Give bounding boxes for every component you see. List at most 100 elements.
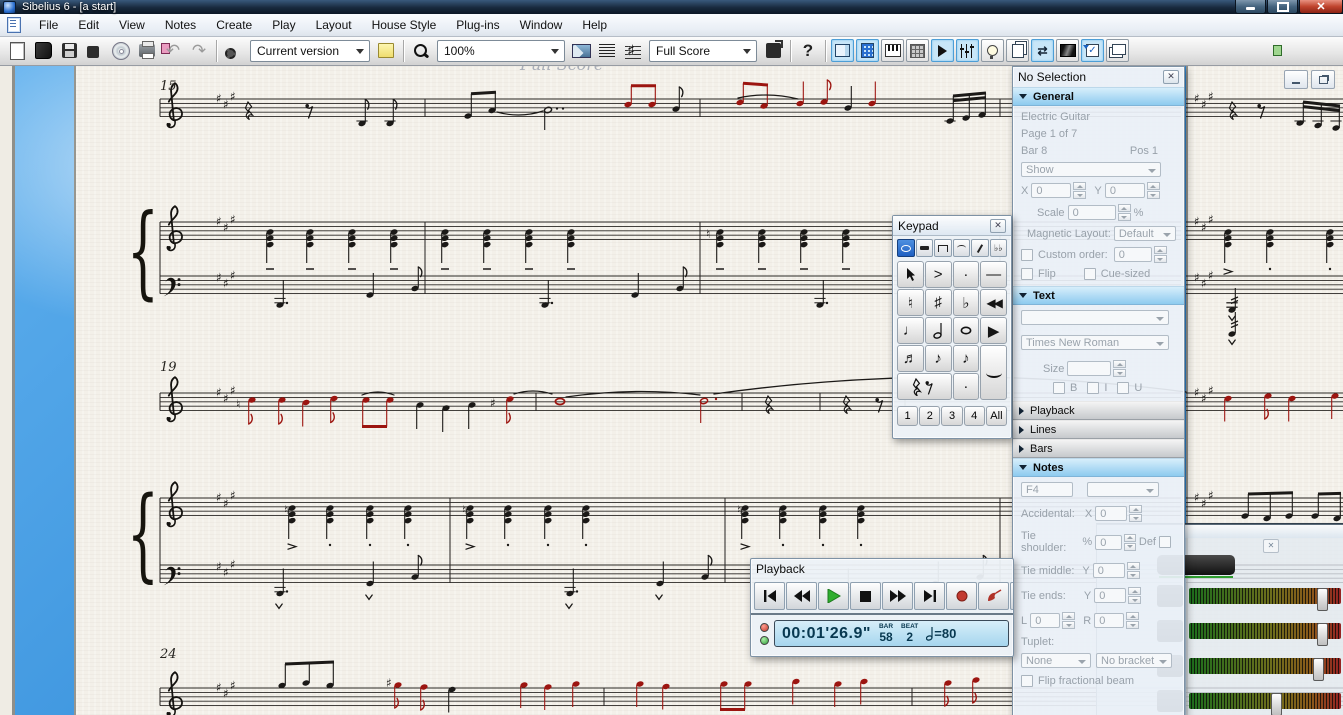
section-text-header[interactable]: Text <box>1013 286 1184 305</box>
toggle-keypad-button[interactable] <box>856 39 879 62</box>
fader-handle[interactable] <box>1317 623 1328 646</box>
keypad-key-play[interactable]: ▶ <box>980 317 1007 344</box>
keypad-voice-1[interactable]: 1 <box>897 406 918 426</box>
redo-button[interactable]: ↷ <box>186 38 212 64</box>
undo-button[interactable]: ↶ <box>160 38 186 64</box>
keypad-key-rest[interactable] <box>897 373 952 400</box>
keypad-voice-all[interactable]: All <box>986 406 1007 426</box>
menu-window[interactable]: Window <box>510 14 573 36</box>
menu-view[interactable]: View <box>109 14 155 36</box>
toggle-filter-button[interactable]: ✓ <box>1081 39 1104 62</box>
section-notes-header[interactable]: Notes <box>1013 458 1184 477</box>
zoom-level-selector[interactable]: 100% <box>437 40 565 62</box>
fader-handle[interactable] <box>1317 588 1328 611</box>
keypad-tab-beams-rests[interactable] <box>916 239 934 257</box>
toggle-windows-button[interactable] <box>1106 39 1129 62</box>
keypad-close-icon[interactable]: ✕ <box>990 219 1006 233</box>
keypad-key-tie[interactable] <box>980 345 1007 400</box>
panorama-button[interactable] <box>568 38 594 64</box>
open-button[interactable] <box>30 38 56 64</box>
print-button[interactable] <box>134 38 160 64</box>
keypad-key-accent[interactable]: > <box>925 261 952 288</box>
zoom-button[interactable] <box>408 38 434 64</box>
keypad-key-sixteenth-note[interactable]: ♬ <box>897 345 924 372</box>
save-version-button[interactable] <box>82 38 108 64</box>
menu-help[interactable]: Help <box>572 14 617 36</box>
menu-notes[interactable]: Notes <box>155 14 206 36</box>
menu-edit[interactable]: Edit <box>68 14 109 36</box>
mixer-close-icon[interactable]: ✕ <box>1263 539 1279 553</box>
keypad-tab-articulations[interactable] <box>953 239 971 257</box>
menu-plugins[interactable]: Plug-ins <box>446 14 509 36</box>
keypad-tab-accidentals[interactable]: ♭♭ <box>990 239 1008 257</box>
versions-button[interactable] <box>221 38 247 64</box>
section-lines-header[interactable]: Lines <box>1013 420 1184 439</box>
keypad-key-cursor[interactable] <box>897 261 924 288</box>
mixer-fader-track[interactable] <box>1189 588 1341 604</box>
keypad-key-eighth-note-2[interactable]: ♪ <box>953 345 980 372</box>
keypad-key-quarter-note[interactable]: ♩ <box>897 317 924 344</box>
keypad-voice-2[interactable]: 2 <box>919 406 940 426</box>
flexi-time-button[interactable] <box>978 582 1009 610</box>
move-playback-line-button[interactable] <box>1010 582 1014 610</box>
mixer-fader-track[interactable] <box>1189 658 1341 674</box>
mdi-minimize-button[interactable] <box>1284 70 1308 89</box>
go-to-end-button[interactable] <box>914 582 945 610</box>
keypad-voice-3[interactable]: 3 <box>941 406 962 426</box>
keypad-key-staccato[interactable]: · <box>953 261 980 288</box>
toggle-mixer-button[interactable] <box>956 39 979 62</box>
help-button[interactable]: ? <box>795 38 821 64</box>
keypad-tab-jazz[interactable] <box>971 239 989 257</box>
score-view-selector[interactable]: Full Score <box>649 40 757 62</box>
keypad-key-rewind[interactable]: ◀◀ <box>980 289 1007 316</box>
restore-button[interactable] <box>1267 0 1298 14</box>
fader-handle[interactable] <box>1313 658 1324 681</box>
fast-forward-button[interactable] <box>882 582 913 610</box>
menu-house-style[interactable]: House Style <box>362 14 447 36</box>
section-bars-header[interactable]: Bars <box>1013 439 1184 458</box>
toggle-ideas-button[interactable] <box>981 39 1004 62</box>
toggle-fretboard-button[interactable] <box>906 39 929 62</box>
playback-timeline-display[interactable]: 00:01'26.9" BAR58 BEAT2 =80 <box>774 620 1009 647</box>
keypad-key-tenuto[interactable]: — <box>980 261 1007 288</box>
menu-create[interactable]: Create <box>206 14 262 36</box>
mixer-fader-track[interactable] <box>1189 623 1341 639</box>
keypad-key-sharp[interactable]: ♯ <box>925 289 952 316</box>
properties-close-icon[interactable]: ✕ <box>1163 70 1179 84</box>
export-audio-button[interactable] <box>108 38 134 64</box>
transposing-score-button[interactable] <box>620 38 646 64</box>
stop-button[interactable] <box>850 582 881 610</box>
menu-play[interactable]: Play <box>262 14 305 36</box>
toggle-video-button[interactable] <box>1056 39 1079 62</box>
mixer-fader-track[interactable] <box>1189 693 1341 709</box>
copy-graphic-button[interactable] <box>760 38 786 64</box>
focus-on-staves-button[interactable] <box>594 38 620 64</box>
toggle-compare-button[interactable]: ⇄ <box>1031 39 1054 62</box>
save-button[interactable] <box>56 38 82 64</box>
new-comment-button[interactable] <box>373 38 399 64</box>
toggle-keyboard-button[interactable] <box>881 39 904 62</box>
keypad-key-eighth-note[interactable]: ♪ <box>925 345 952 372</box>
fader-handle[interactable] <box>1271 693 1282 715</box>
keypad-key-half-note[interactable] <box>925 317 952 344</box>
rewind-button[interactable] <box>786 582 817 610</box>
keypad-key-dot[interactable]: · <box>953 373 980 400</box>
mdi-restore-button[interactable] <box>1311 70 1335 89</box>
keypad-tab-common-notes[interactable] <box>897 239 915 257</box>
section-general-header[interactable]: General <box>1013 87 1184 106</box>
section-playback-header[interactable]: Playback <box>1013 401 1184 420</box>
record-button[interactable] <box>946 582 977 610</box>
play-button[interactable] <box>818 582 849 610</box>
keypad-voice-4[interactable]: 4 <box>964 406 985 426</box>
menu-layout[interactable]: Layout <box>306 14 362 36</box>
keypad-tab-voices-ties[interactable] <box>934 239 952 257</box>
keypad-key-flat[interactable]: ♭ <box>953 289 980 316</box>
toggle-navigator-button[interactable] <box>831 39 854 62</box>
toggle-properties-button[interactable] <box>1006 39 1029 62</box>
new-score-button[interactable] <box>4 38 30 64</box>
minimize-button[interactable] <box>1235 0 1266 14</box>
keypad-key-natural[interactable]: ♮ <box>897 289 924 316</box>
go-to-start-button[interactable] <box>754 582 785 610</box>
close-button[interactable]: ✕ <box>1299 0 1343 14</box>
menu-file[interactable]: File <box>29 14 68 36</box>
